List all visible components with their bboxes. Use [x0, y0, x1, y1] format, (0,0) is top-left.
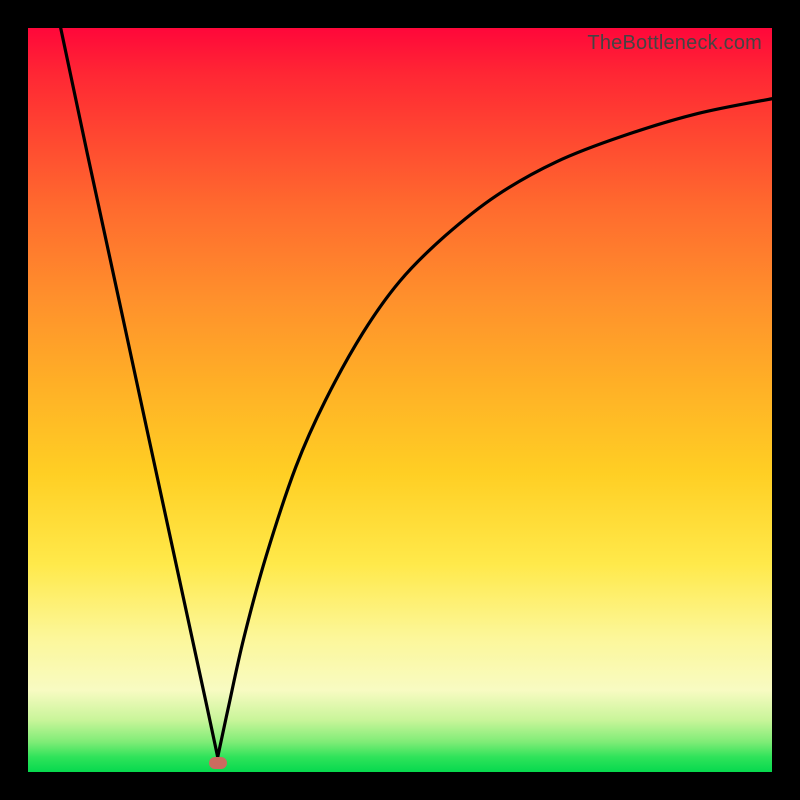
curve-path	[61, 28, 772, 757]
plot-area: TheBottleneck.com	[28, 28, 772, 772]
watermark-text: TheBottleneck.com	[587, 32, 762, 55]
v-curve	[28, 28, 772, 772]
minimum-marker	[209, 757, 227, 769]
chart-frame: TheBottleneck.com	[0, 0, 800, 800]
